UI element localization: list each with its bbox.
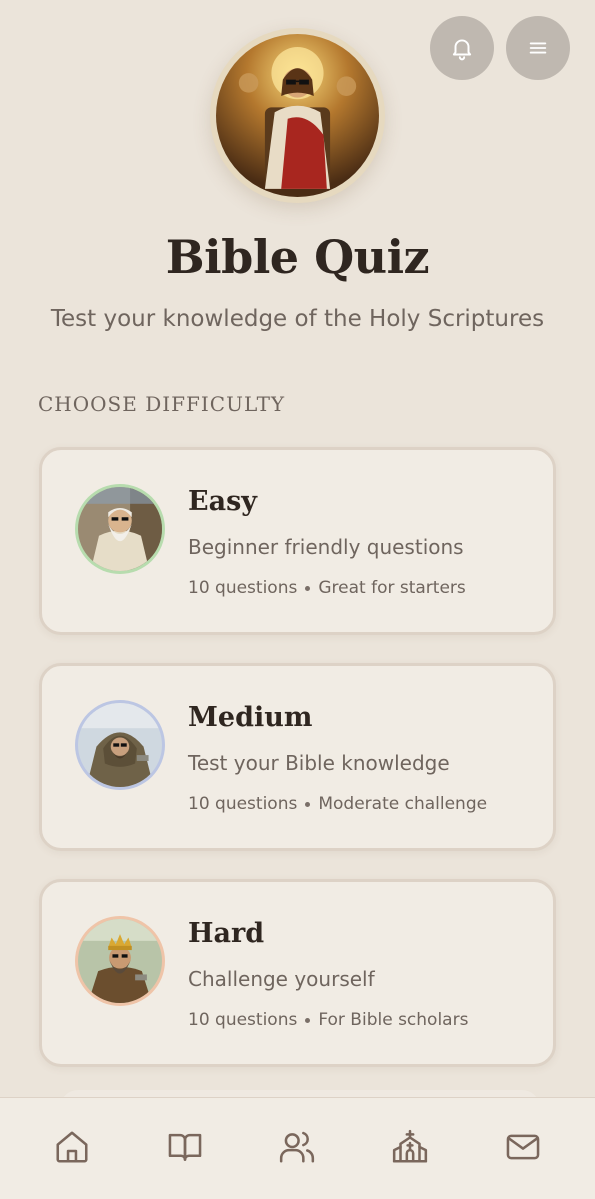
question-count: 10 questions xyxy=(188,794,298,814)
separator-dot xyxy=(305,1017,311,1023)
home-icon xyxy=(56,1130,88,1163)
hero-avatar xyxy=(210,28,385,203)
users-icon xyxy=(280,1131,315,1163)
difficulty-card-easy[interactable]: Easy Beginner friendly questions 10 ques… xyxy=(39,447,556,635)
bottom-nav xyxy=(0,1097,595,1199)
section-label: CHOOSE DIFFICULTY xyxy=(38,392,286,416)
mail-icon xyxy=(506,1134,539,1159)
nav-home[interactable] xyxy=(42,1117,102,1177)
card-note: Great for starters xyxy=(318,578,466,598)
nav-messages[interactable] xyxy=(493,1117,553,1177)
difficulty-card-medium[interactable]: Medium Test your Bible knowledge 10 ques… xyxy=(39,663,556,851)
throne-figure-image xyxy=(216,34,379,197)
nav-bible[interactable] xyxy=(155,1117,215,1177)
question-count: 10 questions xyxy=(188,578,298,598)
card-meta: 10 questions Great for starters xyxy=(188,578,466,598)
notifications-button[interactable] xyxy=(430,16,494,80)
card-title: Medium xyxy=(188,702,313,733)
separator-dot xyxy=(305,585,311,591)
church-icon xyxy=(392,1129,428,1163)
bell-icon xyxy=(452,39,472,61)
card-description: Challenge yourself xyxy=(188,967,375,991)
bearded-elder-image xyxy=(78,487,162,571)
hard-avatar xyxy=(75,916,165,1006)
question-count: 10 questions xyxy=(188,1010,298,1030)
card-description: Beginner friendly questions xyxy=(188,535,464,559)
card-note: For Bible scholars xyxy=(318,1010,469,1030)
card-title: Easy xyxy=(188,486,257,517)
difficulty-card-hard[interactable]: Hard Challenge yourself 10 questions For… xyxy=(39,879,556,1067)
card-meta: 10 questions For Bible scholars xyxy=(188,1010,468,1030)
easy-avatar xyxy=(75,484,165,574)
crowned-king-image xyxy=(78,919,162,1003)
card-note: Moderate challenge xyxy=(318,794,488,814)
card-meta: 10 questions Moderate challenge xyxy=(188,794,487,814)
nav-community[interactable] xyxy=(267,1117,327,1177)
medium-avatar xyxy=(75,700,165,790)
quiz-home-screen: Bible Quiz Test your knowledge of the Ho… xyxy=(0,0,595,1199)
card-title: Hard xyxy=(188,918,265,949)
separator-dot xyxy=(305,801,311,807)
page-title: Bible Quiz xyxy=(165,230,430,284)
menu-icon xyxy=(529,42,547,54)
menu-button[interactable] xyxy=(506,16,570,80)
nav-church[interactable] xyxy=(380,1117,440,1177)
hooded-monk-image xyxy=(78,703,162,787)
card-description: Test your Bible knowledge xyxy=(188,751,450,775)
page-subtitle: Test your knowledge of the Holy Scriptur… xyxy=(50,306,545,332)
book-icon xyxy=(168,1133,202,1161)
